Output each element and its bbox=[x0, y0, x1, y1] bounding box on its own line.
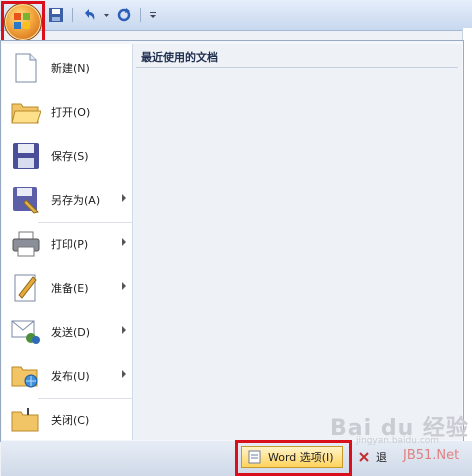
quick-access-toolbar bbox=[48, 6, 157, 24]
menu-divider bbox=[38, 222, 132, 223]
menu-item-save-as[interactable]: 另存为(A) bbox=[6, 180, 132, 220]
send-icon bbox=[11, 317, 41, 347]
submenu-arrow-icon bbox=[122, 370, 126, 378]
exit-word-label: 退 bbox=[376, 451, 387, 464]
save-icon[interactable] bbox=[48, 7, 64, 23]
menu-item-label: 打印(P) bbox=[51, 238, 89, 251]
jb51-watermark: JB51.Net bbox=[403, 448, 460, 463]
qat-separator bbox=[140, 8, 141, 22]
menu-item-publish[interactable]: 发布(U) bbox=[6, 356, 132, 396]
recent-documents-pane bbox=[133, 44, 462, 440]
menu-command-list: 新建(N) 打开(O) 保存(S) 另存为(A) 打印(P) 准备(E) 发送(… bbox=[2, 44, 133, 440]
menu-item-label: 准备(E) bbox=[51, 282, 89, 295]
submenu-arrow-icon bbox=[122, 194, 126, 202]
word-options-highlight bbox=[235, 440, 352, 476]
save-disk-icon bbox=[11, 141, 41, 171]
menu-item-label: 发送(D) bbox=[51, 326, 91, 339]
customize-qat-icon[interactable] bbox=[149, 7, 157, 23]
printer-icon bbox=[11, 229, 41, 259]
menu-item-open[interactable]: 打开(O) bbox=[6, 92, 132, 132]
menu-item-prepare[interactable]: 准备(E) bbox=[6, 268, 132, 308]
undo-dropdown-icon[interactable] bbox=[103, 7, 110, 23]
save-as-icon bbox=[11, 185, 41, 215]
publish-icon bbox=[11, 361, 41, 391]
undo-icon[interactable] bbox=[81, 7, 97, 23]
menu-item-label: 保存(S) bbox=[51, 150, 89, 163]
menu-item-label: 另存为(A) bbox=[51, 194, 101, 207]
menu-item-new[interactable]: 新建(N) bbox=[6, 48, 132, 88]
menu-item-save[interactable]: 保存(S) bbox=[6, 136, 132, 176]
recent-documents-header: 最近使用的文档 bbox=[141, 51, 218, 64]
redo-icon[interactable] bbox=[116, 7, 132, 23]
close-document-icon bbox=[11, 405, 41, 435]
menu-item-send[interactable]: 发送(D) bbox=[6, 312, 132, 352]
prepare-icon bbox=[11, 273, 41, 303]
menu-item-label: 新建(N) bbox=[51, 62, 90, 75]
submenu-arrow-icon bbox=[122, 326, 126, 334]
new-document-icon bbox=[11, 53, 41, 83]
submenu-arrow-icon bbox=[122, 282, 126, 290]
watermark-url: jingyan.baidu.com bbox=[356, 436, 440, 446]
open-folder-icon bbox=[11, 97, 41, 127]
menu-item-close[interactable]: 关闭(C) bbox=[6, 400, 132, 440]
qat-separator bbox=[72, 8, 73, 22]
menu-item-print[interactable]: 打印(P) bbox=[6, 224, 132, 264]
office-button-highlight bbox=[1, 1, 45, 45]
submenu-arrow-icon bbox=[122, 238, 126, 246]
exit-icon bbox=[359, 452, 369, 462]
menu-item-label: 打开(O) bbox=[51, 106, 91, 119]
menu-item-label: 关闭(C) bbox=[51, 414, 90, 427]
menu-divider bbox=[38, 398, 132, 399]
recent-header-rule bbox=[136, 67, 458, 68]
menu-item-label: 发布(U) bbox=[51, 370, 90, 383]
